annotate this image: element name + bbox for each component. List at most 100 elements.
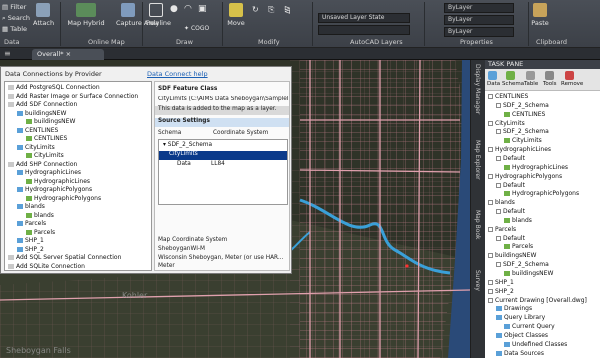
group-modify[interactable]: Modify — [258, 38, 280, 46]
attach-button[interactable]: Attach — [33, 3, 54, 27]
tree-item[interactable]: CENTLINES — [488, 93, 528, 101]
group-data[interactable]: Data — [4, 38, 20, 46]
provider-item[interactable]: buildingsNEW — [26, 118, 75, 126]
menu-icon[interactable]: ≡ — [4, 49, 11, 58]
remove-button[interactable]: Remove — [561, 81, 583, 87]
table-button[interactable]: ▦ Table — [2, 25, 27, 33]
tree-item[interactable]: SHP_1 — [488, 279, 514, 287]
expand-icon[interactable] — [488, 173, 493, 179]
tree-item[interactable]: SDF_2_Schema — [496, 261, 549, 269]
provider-item[interactable]: blands — [17, 203, 45, 211]
data-icon[interactable] — [488, 71, 497, 80]
linetype-dropdown[interactable]: ByLayer — [444, 15, 514, 25]
tree-item[interactable]: HydrographicPolygons — [504, 190, 579, 198]
provider-item[interactable]: buildingsNEW — [17, 110, 66, 118]
tree-item[interactable]: HydrographicLines — [504, 164, 568, 172]
group-clipboard[interactable]: Clipboard — [536, 38, 567, 46]
table-button[interactable]: Table — [524, 81, 538, 87]
mirror-icon[interactable]: ⧎ — [284, 5, 291, 14]
tree-item[interactable]: CityLimits — [488, 120, 525, 128]
tree-item[interactable]: Query Library — [496, 314, 545, 322]
provider-item[interactable]: Add PostgreSQL Connection — [8, 84, 100, 92]
provider-tree[interactable]: Add PostgreSQL Connection Add Raster Imag… — [4, 81, 152, 271]
tree-item[interactable]: Object Classes — [496, 332, 548, 340]
tree-item[interactable]: Parcels — [488, 226, 516, 234]
tree-item[interactable]: HydrographicPolygons — [488, 173, 562, 181]
expand-icon[interactable] — [496, 129, 501, 135]
copy-icon[interactable]: ⎘ — [268, 5, 274, 15]
tree-item[interactable]: Default — [496, 155, 525, 163]
provider-item[interactable]: CityLimits — [17, 144, 55, 152]
paste-button[interactable]: Paste — [530, 3, 550, 27]
expand-icon[interactable] — [488, 226, 493, 232]
provider-item[interactable]: HydrographicLines — [26, 178, 90, 186]
schema-button[interactable]: Schema — [502, 81, 524, 87]
group-draw[interactable]: Draw — [176, 38, 193, 46]
move-button[interactable]: Move — [226, 3, 246, 27]
provider-item[interactable]: CityLimits — [26, 152, 64, 160]
provider-item[interactable]: Add SHP Connection — [8, 161, 77, 169]
side-tab-display-manager[interactable]: Display Manager — [474, 64, 481, 114]
provider-item[interactable]: HydrographicPolygons — [26, 195, 101, 203]
schema-grid[interactable]: ▾ SDF_2_Schema CityLimits Data LL84 — [158, 139, 288, 205]
expand-icon[interactable] — [496, 155, 501, 161]
tree-item[interactable]: SHP_2 — [488, 288, 514, 296]
expand-icon[interactable] — [496, 235, 501, 241]
arc-icon[interactable]: ◠ — [184, 4, 192, 14]
schema-item-selected[interactable]: CityLimits — [159, 151, 287, 160]
expand-icon[interactable] — [488, 94, 493, 99]
group-properties[interactable]: Properties — [460, 38, 493, 46]
side-tab-map-explorer[interactable]: Map Explorer — [474, 140, 481, 180]
tree-item[interactable]: blands — [488, 199, 515, 207]
cogo-button[interactable]: ✦ COGO — [184, 25, 209, 32]
tree-item[interactable]: CENTLINES — [504, 111, 545, 119]
provider-item[interactable]: HydrographicPolygons — [17, 186, 92, 194]
tree-item[interactable]: HydrographicLines — [488, 146, 551, 154]
hatch-icon[interactable]: ▣ — [198, 4, 207, 14]
provider-item[interactable]: blands — [26, 212, 54, 220]
data-item[interactable]: Data — [177, 161, 191, 167]
remove-icon[interactable] — [565, 71, 574, 80]
tree-item[interactable]: buildingsNEW — [504, 270, 553, 278]
tree-item[interactable]: Parcels — [504, 243, 533, 251]
group-online-map[interactable]: Online Map — [88, 38, 125, 46]
tree-item[interactable]: SDF_2_Schema — [496, 102, 549, 110]
tree-item[interactable]: Default — [496, 182, 525, 190]
schema-icon[interactable] — [506, 71, 515, 80]
provider-item[interactable]: CENTLINES — [17, 127, 58, 135]
provider-item[interactable]: SHP_2 — [17, 246, 44, 254]
expand-icon[interactable] — [488, 297, 493, 303]
tree-item[interactable]: CityLimits — [504, 137, 542, 145]
provider-item[interactable]: SHP_1 — [17, 237, 44, 245]
capture-area-button[interactable]: Capture Area — [116, 3, 159, 27]
tab-overall[interactable]: Overall* × — [32, 49, 104, 60]
color-dropdown[interactable]: ByLayer — [444, 3, 514, 13]
data-connect-help-link[interactable]: Data Connect help — [147, 70, 208, 78]
provider-item[interactable]: Add SQLite Connection — [8, 263, 85, 271]
source-settings-header[interactable]: Source Settings — [155, 118, 289, 127]
expand-icon[interactable] — [496, 102, 501, 108]
expand-icon[interactable] — [488, 147, 493, 153]
expand-icon[interactable] — [488, 120, 493, 126]
expand-icon[interactable] — [496, 262, 501, 268]
layer-state-dropdown[interactable]: Unsaved Layer State — [318, 13, 410, 23]
provider-item[interactable]: Add SQL Server Spatial Connection — [8, 254, 121, 262]
provider-item[interactable]: Add Raster Image or Surface Connection — [8, 93, 138, 101]
close-icon[interactable]: × — [66, 50, 71, 58]
tree-item[interactable]: Drawings — [496, 305, 532, 313]
search-button[interactable]: ⌕ Search — [2, 14, 30, 23]
tree-item[interactable]: Default — [496, 235, 525, 243]
map-hybrid-button[interactable]: Map Hybrid — [66, 3, 106, 27]
map-explorer-tree[interactable]: CENTLINES SDF_2_Schema CENTLINES CityLimits… — [485, 91, 600, 358]
expand-icon[interactable] — [488, 200, 493, 206]
lineweight-dropdown[interactable]: ByLayer — [444, 27, 514, 37]
rotate-icon[interactable]: ↻ — [252, 5, 259, 14]
circle-icon[interactable]: ● — [170, 4, 178, 14]
tree-item[interactable]: Undefined Classes — [504, 341, 567, 349]
expand-icon[interactable] — [496, 209, 501, 215]
tree-item[interactable]: SDF_2_Schema — [496, 128, 549, 136]
tree-item[interactable]: Data Sources — [496, 350, 544, 358]
schema-row[interactable]: ▾ SDF_2_Schema — [163, 142, 212, 148]
tree-item[interactable]: blands — [504, 217, 532, 225]
expand-icon[interactable] — [496, 182, 501, 188]
